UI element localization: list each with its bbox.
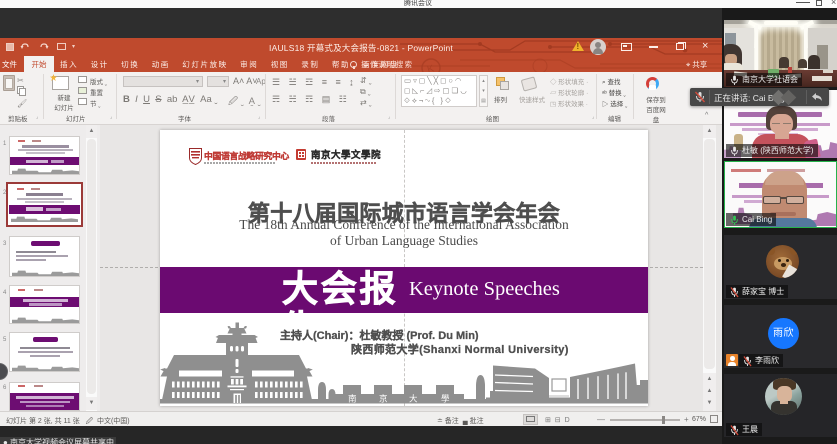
svg-text:學: 學 bbox=[441, 394, 450, 404]
svg-text:K: K bbox=[426, 63, 436, 72]
svg-text:京: 京 bbox=[379, 394, 388, 404]
svg-text:南: 南 bbox=[348, 394, 357, 404]
svg-text:大: 大 bbox=[409, 394, 418, 404]
